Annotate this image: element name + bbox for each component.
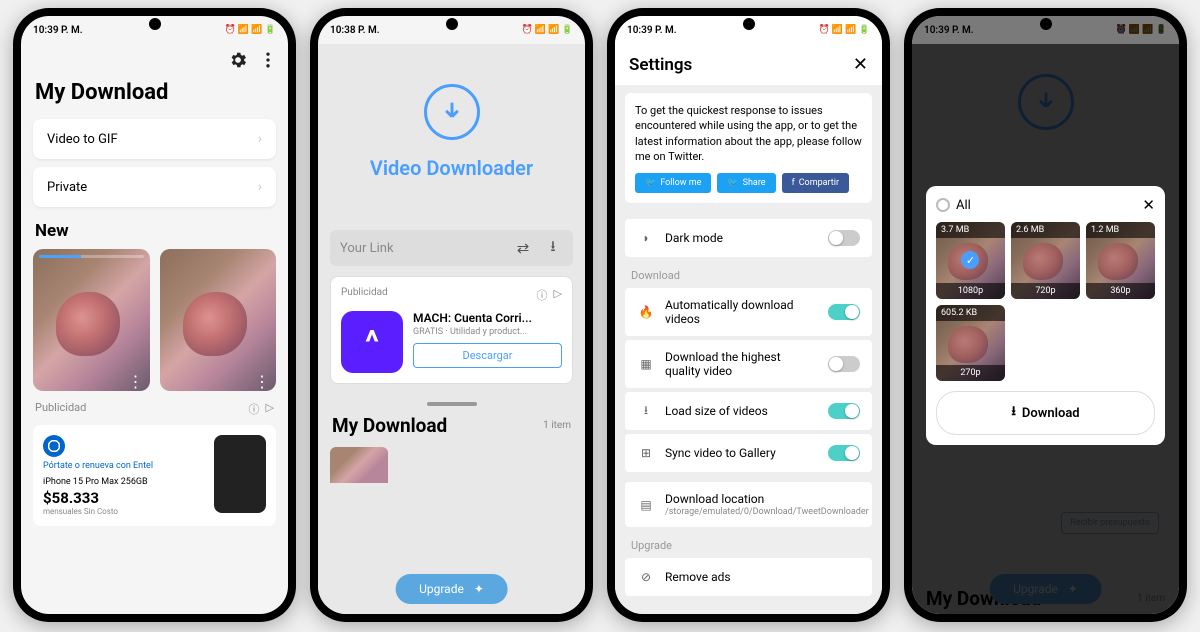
compartir-button[interactable]: fCompartir	[782, 173, 849, 194]
gear-icon[interactable]	[228, 50, 248, 70]
quality-option[interactable]: 2.6 MB 720p	[1011, 222, 1080, 299]
paste-link-icon[interactable]: ⇄	[513, 238, 533, 258]
dark-mode-setting[interactable]: ◗ Dark mode	[625, 219, 872, 257]
more-icon[interactable]	[258, 50, 278, 70]
thumbnail-more-icon[interactable]: ⋮	[128, 379, 144, 385]
quality-option[interactable]: 3.7 MB ✓ 1080p	[936, 222, 1005, 299]
folder-icon: ▤	[637, 496, 655, 514]
gallery-icon: ⊞	[637, 444, 655, 462]
highest-quality-toggle[interactable]	[828, 356, 860, 372]
resolution-label: 270p	[936, 365, 1005, 381]
settings-info-text: To get the quickest response to issues e…	[635, 103, 862, 165]
download-size-icon: ⭳	[637, 402, 655, 420]
selected-check-icon: ✓	[961, 251, 979, 269]
load-size-setting[interactable]: ⭳ Load size of videos	[625, 392, 872, 430]
follow-me-button[interactable]: 🐦Follow me	[635, 173, 711, 194]
download-icon: ⭳	[1011, 402, 1016, 424]
load-size-toggle[interactable]	[828, 403, 860, 419]
download-icon[interactable]: ⭳	[543, 238, 563, 258]
chevron-right-icon: ›	[258, 131, 262, 147]
file-size: 605.2 KB	[936, 305, 1005, 321]
quality-selector-modal: All ✕ 3.7 MB ✓ 1080p 2.6 MB 720p 1.2 MB 360p 60…	[926, 186, 1165, 445]
hq-icon: ▦	[637, 355, 655, 373]
download-location-setting[interactable]: ▤ Download location /storage/emulated/0/…	[625, 482, 872, 527]
close-icon[interactable]: ✕	[853, 54, 868, 75]
upgrade-group-label: Upgrade	[615, 529, 882, 556]
file-size: 1.2 MB	[1086, 222, 1155, 238]
select-all-radio[interactable]	[936, 198, 950, 212]
fire-icon: 🔥	[637, 303, 655, 321]
ad-download-button[interactable]: Descargar	[413, 343, 562, 368]
page-title: My Download	[21, 76, 288, 115]
resolution-label: 1080p	[936, 283, 1005, 299]
sheet-handle[interactable]	[427, 402, 477, 406]
remove-ads-setting[interactable]: ⊘ Remove ads	[625, 558, 872, 596]
upgrade-button[interactable]: Upgrade✦	[395, 574, 508, 604]
ad-info-icon[interactable]: ⓘ	[249, 401, 260, 417]
private-button[interactable]: Private›	[33, 167, 276, 207]
video-thumbnail[interactable]: ⋮	[160, 249, 277, 391]
ad-card[interactable]: Publicidad ⓘ ▷ ^ MACH: Cuenta Corri... G…	[330, 276, 573, 384]
file-size: 3.7 MB	[936, 222, 1005, 238]
quality-option[interactable]: 605.2 KB 270p	[936, 305, 1005, 382]
my-download-heading: My Download	[332, 414, 447, 437]
mach-app-icon: ^	[341, 311, 403, 373]
ad-product-image	[214, 435, 266, 513]
file-size: 2.6 MB	[1011, 222, 1080, 238]
download-button[interactable]: ⭳ Download	[936, 391, 1155, 435]
download-group-label: Download	[615, 259, 882, 286]
moon-icon: ◗	[637, 229, 655, 247]
dark-mode-toggle[interactable]	[828, 230, 860, 246]
entel-logo-icon	[43, 435, 65, 457]
no-ads-icon: ⊘	[637, 568, 655, 586]
video-thumbnail[interactable]	[330, 447, 388, 483]
new-heading: New	[21, 211, 288, 249]
sync-gallery-toggle[interactable]	[828, 445, 860, 461]
resolution-label: 360p	[1086, 283, 1155, 299]
video-thumbnail[interactable]: ⋮	[33, 249, 150, 391]
auto-download-toggle[interactable]	[828, 304, 860, 320]
link-input[interactable]: Your Link	[340, 241, 503, 256]
sync-gallery-setting[interactable]: ⊞ Sync video to Gallery	[625, 434, 872, 472]
ad-choices-icon[interactable]: ▷	[554, 287, 562, 303]
app-logo-icon	[424, 84, 480, 140]
all-label: All	[956, 198, 971, 213]
ad-choices-icon[interactable]: ▷	[266, 401, 274, 417]
ad-banner[interactable]: Pórtate o renueva con Entel iPhone 15 Pr…	[33, 425, 276, 526]
resolution-label: 720p	[1011, 283, 1080, 299]
highest-quality-setting[interactable]: ▦ Download the highest quality video	[625, 340, 872, 388]
app-title: Video Downloader	[318, 156, 585, 180]
auto-download-setting[interactable]: 🔥 Automatically download videos	[625, 288, 872, 336]
chevron-right-icon: ›	[258, 179, 262, 195]
quality-option[interactable]: 1.2 MB 360p	[1086, 222, 1155, 299]
thumbnail-more-icon[interactable]: ⋮	[254, 379, 270, 385]
settings-title: Settings	[629, 55, 692, 75]
sparkle-icon: ✦	[474, 582, 484, 596]
ad-label: Publicidad	[35, 401, 86, 417]
share-button[interactable]: 🐦Share	[717, 173, 775, 194]
video-to-gif-button[interactable]: Video to GIF›	[33, 119, 276, 159]
close-icon[interactable]: ✕	[1142, 196, 1155, 214]
ad-info-icon[interactable]: ⓘ	[537, 287, 548, 303]
